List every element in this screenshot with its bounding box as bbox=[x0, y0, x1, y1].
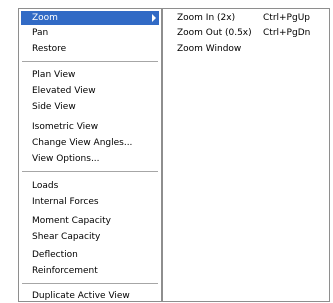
menu-item-zoom[interactable]: Zoom bbox=[21, 11, 159, 25]
submenu-item-label: Zoom Out (0.5x) bbox=[177, 28, 252, 38]
menu-separator bbox=[22, 61, 158, 62]
submenu-item-label: Zoom In (2x) bbox=[177, 13, 236, 23]
menu-item-shear-capacity[interactable]: Shear Capacity bbox=[21, 230, 159, 244]
menu-item-label: Reinforcement bbox=[32, 266, 98, 276]
menu-item-pan[interactable]: Pan bbox=[21, 26, 159, 40]
menu-item-elevated-view[interactable]: Elevated View bbox=[21, 84, 159, 98]
menu-item-restore[interactable]: Restore bbox=[21, 42, 159, 56]
menu-item-label: Change View Angles... bbox=[32, 138, 133, 148]
menu-item-label: Shear Capacity bbox=[32, 232, 101, 242]
view-context-menu: Zoom Pan Restore Plan View Elevated View… bbox=[18, 8, 162, 302]
menu-item-label: Zoom bbox=[32, 13, 58, 23]
submenu-item-zoom-out[interactable]: Zoom Out (0.5x) Ctrl+PgDn bbox=[165, 26, 327, 40]
menu-item-label: Deflection bbox=[32, 250, 78, 260]
menu-item-loads[interactable]: Loads bbox=[21, 179, 159, 193]
menu-item-label: Plan View bbox=[32, 70, 76, 80]
menu-item-label: Internal Forces bbox=[32, 197, 99, 207]
submenu-item-zoom-in[interactable]: Zoom In (2x) Ctrl+PgUp bbox=[165, 11, 327, 25]
submenu-item-zoom-window[interactable]: Zoom Window bbox=[165, 42, 327, 56]
menu-item-label: Duplicate Active View bbox=[32, 291, 130, 301]
menu-item-deflection[interactable]: Deflection bbox=[21, 248, 159, 262]
menu-item-label: Pan bbox=[32, 28, 49, 38]
menu-item-label: Moment Capacity bbox=[32, 216, 112, 226]
shortcut-label: Ctrl+PgUp bbox=[263, 13, 310, 23]
shortcut-label: Ctrl+PgDn bbox=[263, 28, 311, 38]
menu-item-label: Side View bbox=[32, 102, 76, 112]
zoom-submenu: Zoom In (2x) Ctrl+PgUp Zoom Out (0.5x) C… bbox=[162, 8, 330, 302]
menu-separator bbox=[22, 283, 158, 284]
menu-item-change-view-angles[interactable]: Change View Angles... bbox=[21, 136, 159, 150]
menu-item-internal-forces[interactable]: Internal Forces bbox=[21, 195, 159, 209]
menu-item-label: Restore bbox=[32, 44, 67, 54]
menu-separator bbox=[22, 171, 158, 172]
menu-item-reinforcement[interactable]: Reinforcement bbox=[21, 264, 159, 278]
menu-item-label: View Options... bbox=[32, 154, 100, 164]
menu-item-label: Loads bbox=[32, 181, 59, 191]
menu-item-label: Isometric View bbox=[32, 122, 99, 132]
menu-item-label: Elevated View bbox=[32, 86, 96, 96]
menu-item-plan-view[interactable]: Plan View bbox=[21, 68, 159, 82]
menu-item-view-options[interactable]: View Options... bbox=[21, 152, 159, 166]
submenu-item-label: Zoom Window bbox=[177, 44, 242, 54]
menu-item-side-view[interactable]: Side View bbox=[21, 100, 159, 114]
submenu-arrow-icon bbox=[152, 14, 156, 22]
menu-item-isometric-view[interactable]: Isometric View bbox=[21, 120, 159, 134]
menu-item-moment-capacity[interactable]: Moment Capacity bbox=[21, 214, 159, 228]
